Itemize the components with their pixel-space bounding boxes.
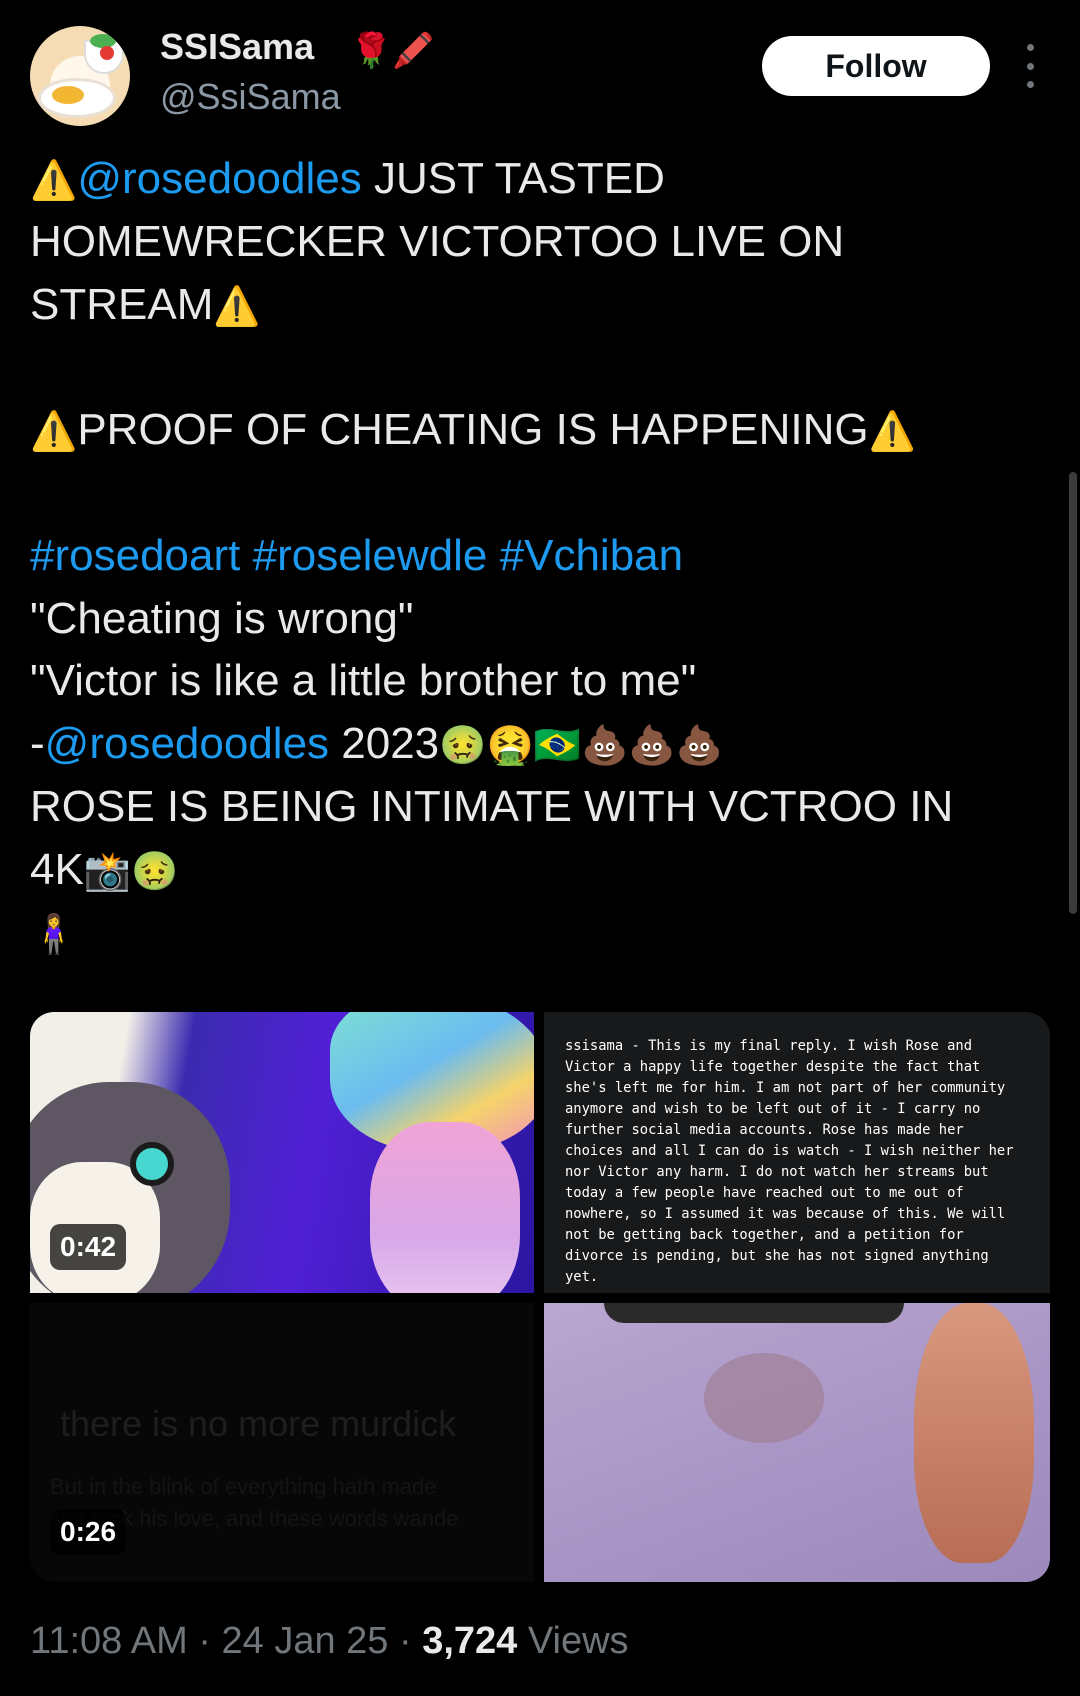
dot <box>1026 44 1034 51</box>
quote-line-1: "Cheating is wrong" <box>30 593 414 643</box>
tweet-date[interactable]: 24 Jan 25 <box>222 1620 389 1662</box>
avatar-egg <box>52 86 84 104</box>
views-label: Views <box>517 1620 629 1662</box>
tweet-line-4k: 4K📸🤢 <box>30 839 1030 902</box>
tweet-line-1: ⚠️@rosedoodles JUST TASTED <box>30 148 1030 211</box>
neck <box>704 1353 824 1443</box>
hashtag-link[interactable]: #roselewdle <box>253 531 488 580</box>
media-video-1[interactable]: 0:42 <box>30 1012 534 1293</box>
separator: · <box>388 1620 423 1662</box>
separator: · <box>187 1620 222 1662</box>
hashtag-line: #rosedoart #roselewdle #Vchiban <box>30 525 1030 588</box>
tweet-meta: 11:08 AM · 24 Jan 25 · 3,724 Views <box>30 1620 629 1663</box>
standing-person-emoji: 🧍‍♀️ <box>30 911 78 956</box>
tweet-line-1-text: JUST TASTED <box>361 154 665 203</box>
follow-button[interactable]: Follow <box>762 36 990 96</box>
video-duration-badge: 0:26 <box>50 1509 127 1555</box>
tweet-text: ⚠️@rosedoodles JUST TASTED HOMEWRECKER V… <box>30 148 1030 964</box>
chibi-eye <box>130 1142 174 1186</box>
tweet-line-4: ⚠️PROOF OF CHEATING IS HAPPENING⚠️ <box>30 399 1030 462</box>
tweet-line-2: HOMEWRECKER VICTORTOO LIVE ON <box>30 216 845 266</box>
warning-emoji: ⚠️ <box>868 409 916 454</box>
thumbs-up-hand <box>914 1303 1034 1563</box>
anime-figure <box>370 1122 520 1293</box>
hashtag-link[interactable]: #Vchiban <box>500 531 683 580</box>
signature-line: -@rosedoodles 2023🤢🤮🇧🇷💩💩💩 <box>30 713 1030 776</box>
dot <box>1026 81 1034 88</box>
scrollbar[interactable] <box>1069 472 1077 914</box>
collar <box>604 1303 904 1323</box>
avatar[interactable] <box>30 26 130 126</box>
hashtag-link[interactable]: #rosedoart <box>30 531 240 580</box>
signature-emojis: 🤢🤮🇧🇷💩💩💩 <box>439 723 724 768</box>
video-duration-badge: 0:42 <box>50 1224 127 1270</box>
media-video-2[interactable]: there is no more murdick But in the blin… <box>30 1303 534 1582</box>
tweet-line-3-text: STREAM <box>30 279 214 329</box>
tweet-4k-text: 4K <box>30 844 84 894</box>
warning-emoji: ⚠️ <box>213 283 261 328</box>
faded-subtitle-line: But in the blink of everything hath made <box>50 1474 437 1499</box>
note-text: ssisama - This is my final reply. I wish… <box>565 1038 1014 1285</box>
signature-dash: - <box>30 719 45 769</box>
faded-title: there is no more murdick <box>60 1403 457 1444</box>
quote-line-2: "Victor is like a little brother to me" <box>30 656 697 706</box>
avatar-tomato <box>100 46 114 60</box>
views-count[interactable]: 3,724 <box>422 1620 517 1662</box>
tweet-line-4-text: PROOF OF CHEATING IS HAPPENING <box>77 405 869 455</box>
media-image-thumbsup[interactable] <box>544 1303 1050 1582</box>
more-options-icon[interactable] <box>1020 44 1040 88</box>
name-emojis: 🌹🖍️ <box>350 31 435 71</box>
camera-emojis: 📸🤢 <box>83 848 179 893</box>
media-image-note[interactable]: ssisama - This is my final reply. I wish… <box>544 1012 1050 1293</box>
dot <box>1026 62 1034 70</box>
tweet-line-3: STREAM⚠️ <box>30 274 1030 337</box>
warning-emoji: ⚠️ <box>30 158 78 202</box>
mention-link[interactable]: @rosedoodles <box>45 719 329 768</box>
display-name[interactable]: SSISama <box>160 26 314 68</box>
tweet-last-line: 🧍‍♀️ <box>30 902 1030 965</box>
mention-link[interactable]: @rosedoodles <box>77 154 361 203</box>
tweet-time[interactable]: 11:08 AM <box>30 1620 188 1662</box>
tweet-header: SSISama 🌹🖍️ @SsiSama Follow <box>0 0 1080 150</box>
warning-emoji: ⚠️ <box>30 409 78 454</box>
tweet-line-rose: ROSE IS BEING INTIMATE WITH VCTROO IN <box>30 781 954 831</box>
signature-year: 2023 <box>329 719 440 769</box>
user-handle[interactable]: @SsiSama <box>160 76 341 118</box>
media-grid: 0:42 ssisama - This is my final reply. I… <box>30 1012 1050 1582</box>
